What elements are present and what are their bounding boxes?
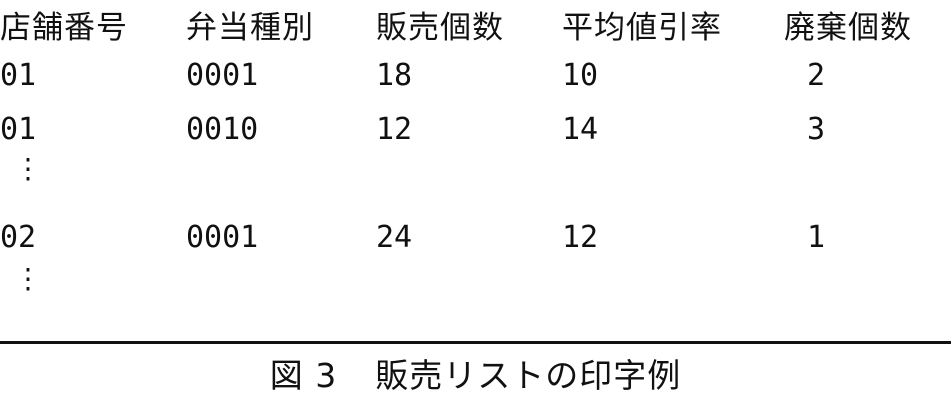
cell-waste-count: 2 [807, 58, 826, 93]
continuation-ellipsis: ⋮ [14, 262, 42, 295]
cell-sales-count: 12 [376, 112, 413, 147]
sales-list-table: 店舗番号 弁当種別 販売個数 平均値引率 廃棄個数 01 0001 18 10 … [0, 0, 951, 330]
figure-number: 図 3 [269, 356, 338, 395]
cell-average-discount-rate: 14 [562, 112, 599, 147]
cell-waste-count: 1 [807, 220, 826, 255]
continuation-ellipsis: ⋮ [14, 152, 42, 185]
cell-average-discount-rate: 12 [562, 220, 599, 255]
figure-title: 販売リストの印字例 [375, 356, 682, 395]
figure-caption: 図 3 販売リストの印字例 [0, 352, 951, 400]
cell-waste-count: 3 [807, 112, 826, 147]
cell-sales-count: 18 [376, 58, 413, 93]
cell-bento-type: 0010 [186, 112, 259, 147]
cell-bento-type: 0001 [186, 220, 259, 255]
figure-sales-list: 店舗番号 弁当種別 販売個数 平均値引率 廃棄個数 01 0001 18 10 … [0, 0, 951, 408]
table-row: 02 0001 24 12 1 [0, 210, 951, 266]
cell-bento-type: 0001 [186, 58, 259, 93]
cell-store-number: 02 [0, 220, 37, 255]
cell-sales-count: 24 [376, 220, 413, 255]
table-row: 01 0001 18 10 2 [0, 48, 951, 104]
cell-average-discount-rate: 10 [562, 58, 599, 93]
table-bottom-rule [0, 341, 951, 344]
cell-store-number: 01 [0, 58, 37, 93]
table-row: 01 0010 12 14 3 [0, 102, 951, 158]
cell-store-number: 01 [0, 112, 37, 147]
